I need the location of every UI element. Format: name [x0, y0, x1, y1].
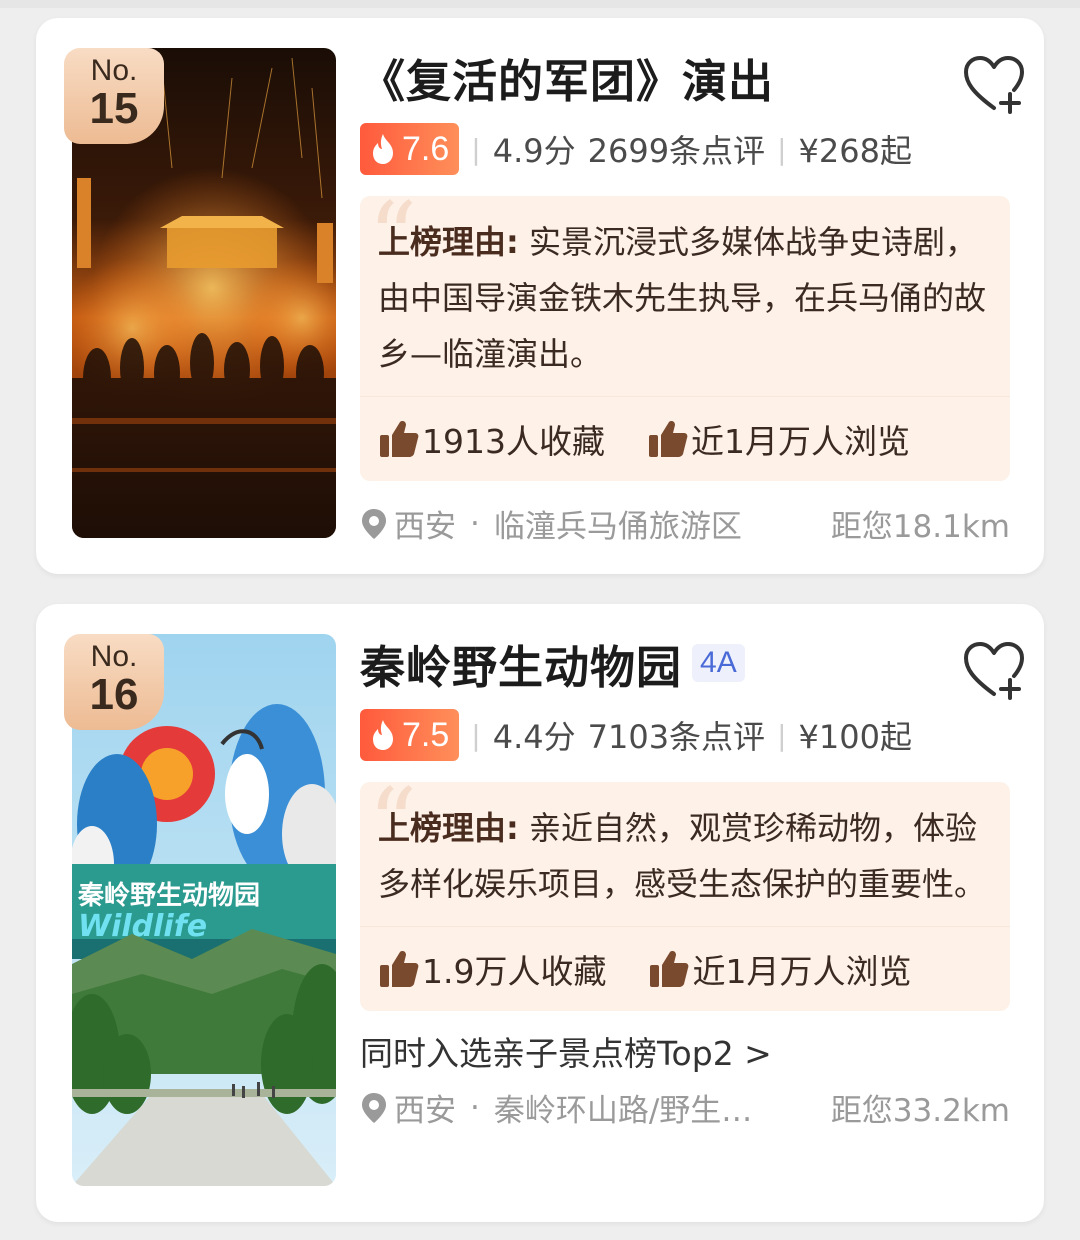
city: 西安: [394, 1093, 456, 1129]
card-content: 《复活的军团》演出 7.6 | 4.9分 2699条点评 | ¥268起 “ 上…: [360, 40, 1024, 546]
divider: |: [777, 718, 787, 752]
views-count: 近1月万人浏览: [692, 952, 912, 991]
hot-score-badge: 7.6: [360, 123, 460, 175]
reason-footer: 1913人收藏 近1月万人浏览: [360, 396, 1010, 481]
reason-text: 上榜理由: 亲近自然，观赏珍稀动物，体验多样化娱乐项目，感受生态保护的重要性。: [378, 800, 992, 912]
favorites-count: 1.9万人收藏: [422, 952, 607, 991]
divider: |: [777, 132, 787, 166]
reason-text: 上榜理由: 实景沉浸式多媒体战争史诗剧，由中国导演金铁木先生执导，在兵马俑的故乡…: [378, 214, 992, 382]
views-stat: 近1月万人浏览: [647, 415, 910, 463]
rank-badge: No. 15: [64, 48, 164, 144]
divider: |: [471, 718, 481, 752]
level-badge: 4A: [692, 644, 745, 682]
price: ¥268起: [798, 132, 912, 170]
thumbs-up-icon: [648, 421, 688, 457]
reason-label: 上榜理由:: [378, 809, 519, 847]
separator-dot: ·: [470, 1089, 480, 1126]
reason-box: “ 上榜理由: 实景沉浸式多媒体战争史诗剧，由中国导演金铁木先生执导，在兵马俑的…: [360, 190, 1010, 481]
distance: 距您33.2km: [830, 1093, 1010, 1129]
rating: 4.9分: [492, 132, 576, 170]
price: ¥100起: [798, 718, 912, 756]
attraction-title[interactable]: 《复活的军团》演出: [360, 45, 774, 110]
thumbs-up-icon: [650, 951, 689, 987]
reason-label: 上榜理由:: [378, 223, 519, 261]
rank-number: 16: [89, 670, 139, 719]
rank-prefix: No.: [90, 54, 138, 87]
reason-box: “ 上榜理由: 亲近自然，观赏珍稀动物，体验多样化娱乐项目，感受生态保护的重要性…: [360, 776, 1010, 1011]
city: 西安: [394, 509, 456, 545]
review-count[interactable]: 7103条点评: [588, 712, 765, 758]
rank-badge: No. 16: [64, 634, 164, 730]
divider: |: [471, 132, 481, 166]
favorites-count: 1913人收藏: [422, 422, 605, 461]
location-row[interactable]: 西安 · 临潼兵马俑旅游区 距您18.1km: [360, 501, 1010, 546]
stats-row: 7.6 | 4.9分 2699条点评 | ¥268起: [360, 118, 1010, 180]
area: 秦岭环山路/野生…: [493, 1093, 753, 1129]
review-count[interactable]: 2699条点评: [588, 126, 765, 172]
stats-row: 7.5 | 4.4分 7103条点评 | ¥100起: [360, 704, 1010, 766]
card-content: 秦岭野生动物园 4A 7.5 | 4.4分 7103条点评 | ¥100起 “: [360, 626, 1024, 1130]
heart-plus-icon[interactable]: [962, 640, 1026, 700]
thumbs-up-icon: [380, 951, 419, 987]
ranking-card[interactable]: No. 15 《复活的军团》演出 7.6 | 4.9分 2699条点评 | ¥2…: [36, 18, 1044, 574]
location-pin-icon: [362, 1092, 386, 1123]
distance: 距您18.1km: [830, 509, 1010, 545]
views-count: 近1月万人浏览: [690, 422, 910, 461]
hot-score-badge: 7.5: [360, 709, 460, 761]
top-divider: [0, 0, 1080, 8]
rating: 4.4分: [492, 718, 576, 756]
flame-icon: [373, 720, 393, 750]
also-ranked-link[interactable]: 同时入选亲子景点榜Top2 >: [360, 1027, 1010, 1075]
hot-score: 7.6: [402, 129, 450, 168]
ranking-card[interactable]: No. 16 秦岭野生动物园 Wildlife 秦岭野生动物园 4A 7.5 |…: [36, 604, 1044, 1222]
heart-plus-icon[interactable]: [962, 54, 1026, 114]
flame-icon: [373, 134, 393, 164]
area: 临潼兵马俑旅游区: [493, 509, 742, 545]
favorites-stat: 1913人收藏: [378, 415, 605, 463]
rank-number: 15: [89, 84, 139, 133]
separator-dot: ·: [470, 505, 480, 542]
reason-footer: 1.9万人收藏 近1月万人浏览: [360, 926, 1010, 1011]
sign-title: 秦岭野生动物园: [77, 881, 260, 911]
hot-score: 7.5: [402, 715, 450, 754]
favorites-stat: 1.9万人收藏: [378, 945, 606, 993]
location-row[interactable]: 西安 · 秦岭环山路/野生… 距您33.2km: [360, 1085, 1010, 1130]
location-pin-icon: [362, 508, 386, 539]
views-stat: 近1月万人浏览: [648, 945, 911, 993]
attraction-title[interactable]: 秦岭野生动物园: [360, 631, 682, 696]
rank-prefix: No.: [90, 640, 138, 673]
thumbs-up-icon: [380, 421, 419, 457]
